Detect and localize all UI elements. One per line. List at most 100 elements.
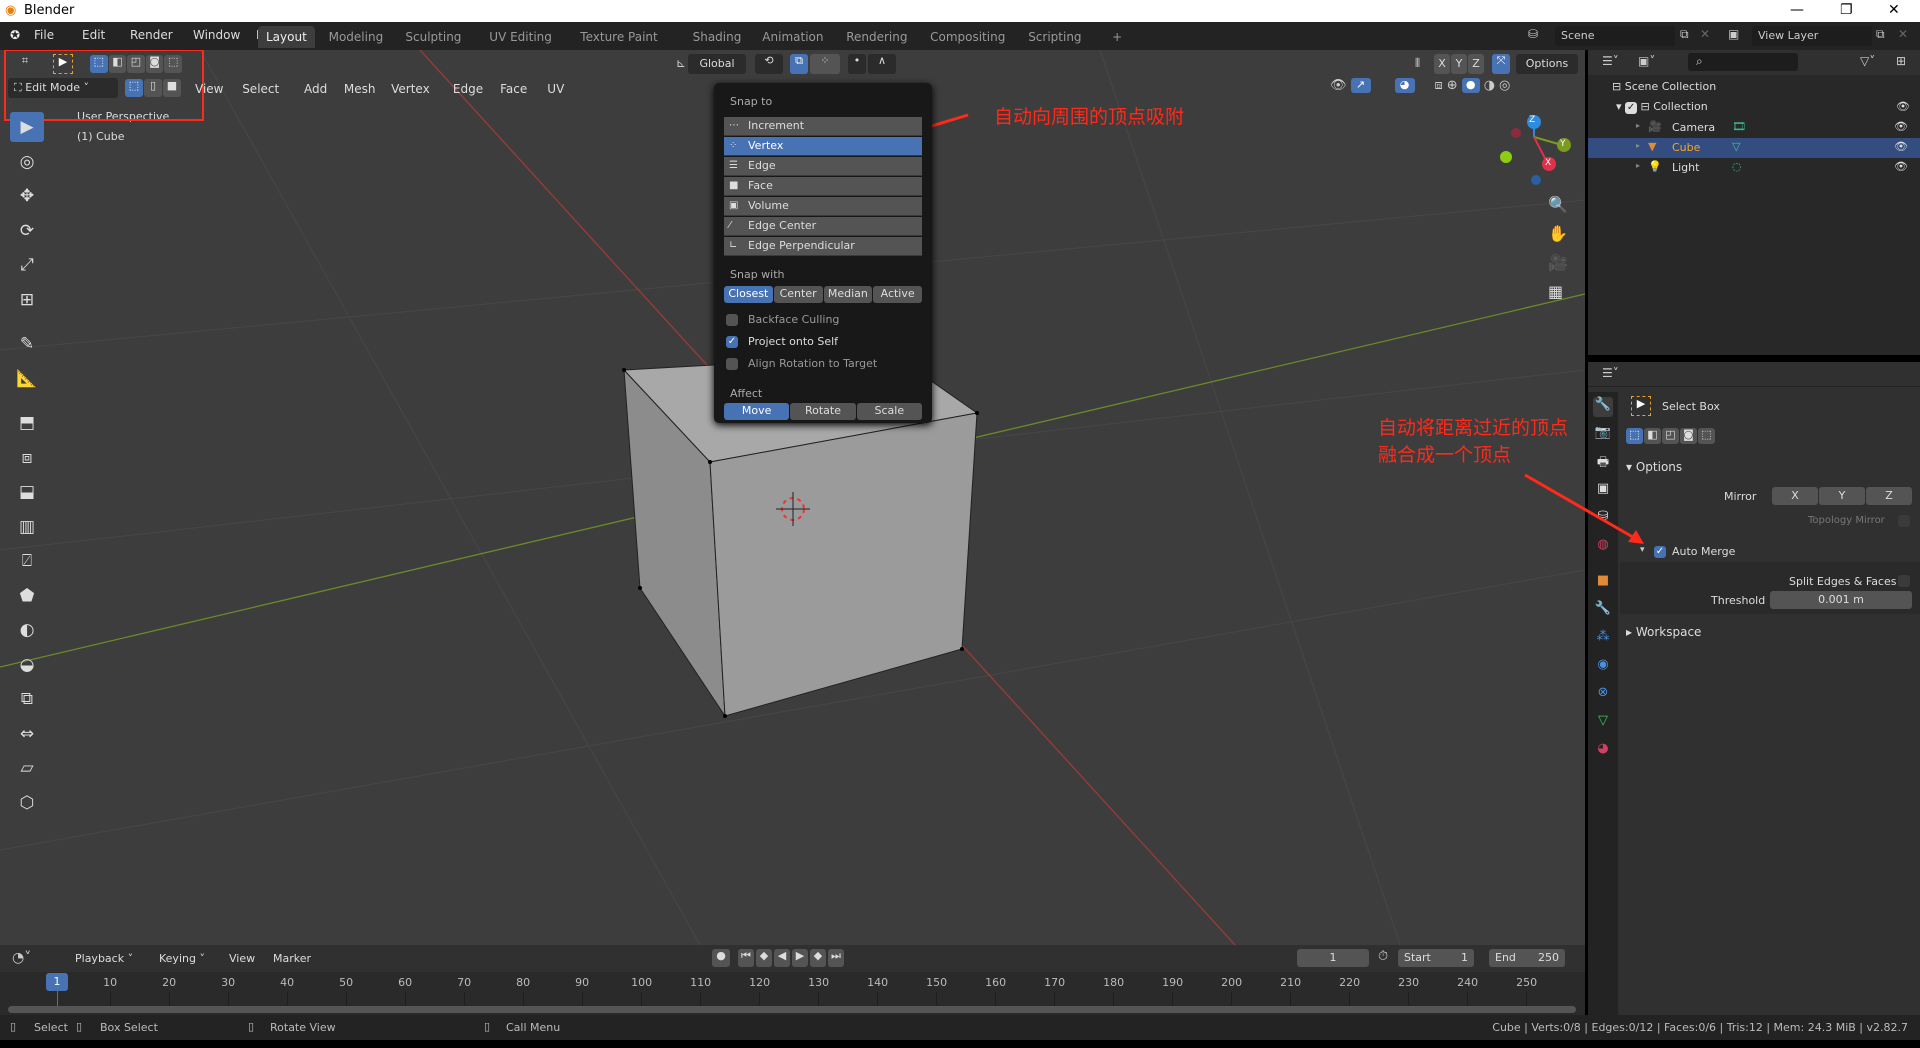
outliner-search-input[interactable]: ⌕ — [1688, 53, 1798, 71]
snap-with-closest[interactable]: Closest — [724, 286, 773, 303]
select-subtract-icon[interactable]: ◰ — [1662, 428, 1679, 444]
zoom-icon[interactable]: 🔍 — [1548, 195, 1568, 214]
proportional-falloff-icon[interactable]: ∧ — [868, 54, 896, 74]
camera-data-icon[interactable]: 🎞 — [1732, 120, 1746, 133]
properties-tab-tool-icon[interactable]: 🔧 — [1593, 397, 1613, 417]
ortho-grid-icon[interactable]: ▦ — [1548, 282, 1568, 301]
scene-icon[interactable]: ⛁ — [1528, 27, 1538, 41]
select-intersect-icon[interactable]: ⬚ — [1698, 428, 1715, 444]
tool-cursor-icon[interactable]: ◎ — [10, 147, 44, 177]
properties-tab-material-icon[interactable]: ◕ — [1593, 741, 1613, 761]
align-rotation-to-target-checkbox[interactable] — [726, 358, 738, 370]
preview-range-icon[interactable]: ⏱ — [1378, 949, 1388, 964]
viewport-menu-face[interactable]: Face — [500, 82, 527, 96]
wireframe-shading-icon[interactable]: ⊕ — [1447, 78, 1458, 93]
snap-with-active[interactable]: Active — [873, 286, 922, 303]
tool-loop-cut-icon[interactable]: ▥ — [10, 512, 44, 542]
tool-rip-icon[interactable]: ⬡ — [10, 788, 44, 818]
prev-keyframe-icon[interactable]: ◆ — [756, 949, 772, 967]
timeline-menu-keying[interactable]: Keying ˅ — [159, 952, 205, 965]
menu-edit[interactable]: Edit — [82, 28, 105, 42]
properties-tab-modifier-icon[interactable]: 🔧 — [1593, 601, 1613, 621]
transform-orientation-dropdown[interactable]: Global — [688, 54, 746, 74]
record-icon[interactable]: ● — [712, 949, 730, 967]
menu-window[interactable]: Window — [193, 28, 240, 42]
viewport-menu-vertex[interactable]: Vertex — [391, 82, 430, 96]
play-reverse-icon[interactable]: ◀ — [774, 949, 790, 967]
scene-selector[interactable]: Scene — [1555, 26, 1675, 46]
tool-extrude-icon[interactable]: ⬒ — [10, 408, 44, 438]
properties-tab-object-data-icon[interactable]: ▽ — [1593, 713, 1613, 733]
snap-to-increment[interactable]: ⋯ Increment — [724, 117, 922, 136]
expand-icon[interactable]: ▸ — [1636, 121, 1640, 130]
delete-scene-icon[interactable]: ✕ — [1700, 27, 1710, 41]
threshold-field[interactable]: 0.001 m — [1770, 591, 1912, 609]
menu-file[interactable]: File — [34, 28, 54, 42]
new-collection-icon[interactable]: ⊞ — [1896, 54, 1906, 68]
jump-end-icon[interactable]: ⏭ — [828, 949, 844, 967]
expand-icon[interactable]: ▸ — [1636, 141, 1640, 150]
editor-type-clock-icon[interactable]: ◔˅ — [12, 950, 31, 966]
tool-bevel-icon[interactable]: ⬓ — [10, 477, 44, 507]
display-mode-icon[interactable]: ☰˅ — [1602, 54, 1619, 68]
tool-transform-icon[interactable]: ⊞ — [10, 285, 44, 315]
snap-element-dropdown[interactable]: ⁘ — [810, 54, 840, 74]
maximize-button[interactable]: ❐ — [1840, 2, 1853, 18]
tool-poly-build-icon[interactable]: ⬟ — [10, 581, 44, 611]
eye-icon[interactable]: 👁 — [1894, 120, 1908, 133]
tab-texture-paint[interactable]: Texture Paint — [572, 26, 665, 48]
viewport-menu-select[interactable]: Select — [242, 82, 279, 96]
start-frame-field[interactable]: Start 1 — [1398, 949, 1474, 967]
snap-to-edge-center[interactable]: ⁄ Edge Center — [724, 217, 922, 236]
properties-tab-object-icon[interactable]: ■ — [1593, 573, 1613, 593]
snap-with-median[interactable]: Median — [823, 286, 873, 303]
properties-tab-physics-icon[interactable]: ◉ — [1593, 657, 1613, 677]
viewport-menu-add[interactable]: Add — [304, 82, 327, 96]
tab-sculpting[interactable]: Sculpting — [397, 26, 469, 48]
tool-smooth-icon[interactable]: ◒ — [10, 650, 44, 680]
tool-spin-icon[interactable]: ◐ — [10, 615, 44, 645]
tab-uv-editing[interactable]: UV Editing — [481, 26, 560, 48]
properties-tab-render-icon[interactable]: 📷 — [1593, 425, 1613, 445]
tool-knife-icon[interactable]: ⍁ — [10, 546, 44, 576]
filter-icon[interactable]: ▽˅ — [1860, 54, 1875, 68]
tab-layout[interactable]: Layout — [258, 26, 315, 48]
new-view-layer-icon[interactable]: ⧉ — [1876, 27, 1885, 42]
options-dropdown[interactable]: Options — [1516, 54, 1578, 74]
mirror-x-button[interactable]: X — [1772, 487, 1818, 505]
outliner-item-cube[interactable]: ▸ ▼ Cube ▽ 👁 — [1588, 138, 1920, 158]
eye-icon[interactable]: 👁 — [1896, 100, 1910, 113]
scene-collection-row[interactable]: ⊟ Scene Collection — [1612, 80, 1716, 93]
tool-measure-icon[interactable]: 📐 — [10, 364, 44, 394]
current-frame-field[interactable]: 1 — [1297, 949, 1369, 967]
next-keyframe-icon[interactable]: ◆ — [810, 949, 826, 967]
split-edges-checkbox[interactable] — [1898, 575, 1910, 587]
tool-edge-slide-icon[interactable]: ⧉ — [10, 684, 44, 714]
jump-start-icon[interactable]: ⏮ — [738, 949, 754, 967]
light-data-icon[interactable]: ◌ — [1732, 160, 1742, 173]
end-frame-field[interactable]: End 250 — [1489, 949, 1565, 967]
mirror-x-button[interactable]: X — [1434, 54, 1450, 74]
tool-shear-icon[interactable]: ▱ — [10, 753, 44, 783]
expand-icon[interactable]: ▸ — [1636, 161, 1640, 170]
timeline-menu-playback[interactable]: Playback ˅ — [75, 952, 133, 965]
tab-compositing[interactable]: Compositing — [922, 26, 1013, 48]
blender-menu-icon[interactable]: ✪ — [10, 28, 20, 42]
tool-scale-icon[interactable]: ⤢ — [10, 250, 44, 280]
select-extend-icon[interactable]: ◧ — [1644, 428, 1661, 444]
minimize-button[interactable]: — — [1790, 2, 1804, 18]
mirror-y-button[interactable]: Y — [1451, 54, 1467, 74]
view-layer-icon[interactable]: ▣ — [1728, 27, 1739, 41]
tab-scripting[interactable]: Scripting — [1020, 26, 1089, 48]
gizmo-toggle-icon[interactable]: ↗ — [1350, 78, 1371, 93]
tab-rendering[interactable]: Rendering — [838, 26, 915, 48]
outliner-item-camera[interactable]: ▸ 🎥 Camera 🎞 👁 — [1588, 118, 1920, 138]
timeline-scrollbar[interactable] — [8, 1006, 1576, 1013]
affect-move[interactable]: Move — [724, 403, 790, 420]
mirror-y-button[interactable]: Y — [1819, 487, 1865, 505]
pivot-point-icon[interactable]: ⟲ — [755, 54, 783, 74]
menu-render[interactable]: Render — [130, 28, 173, 42]
affect-rotate[interactable]: Rotate — [790, 403, 856, 420]
view-layer-selector[interactable]: View Layer — [1752, 26, 1872, 46]
timeline-menu-marker[interactable]: Marker — [273, 952, 311, 965]
